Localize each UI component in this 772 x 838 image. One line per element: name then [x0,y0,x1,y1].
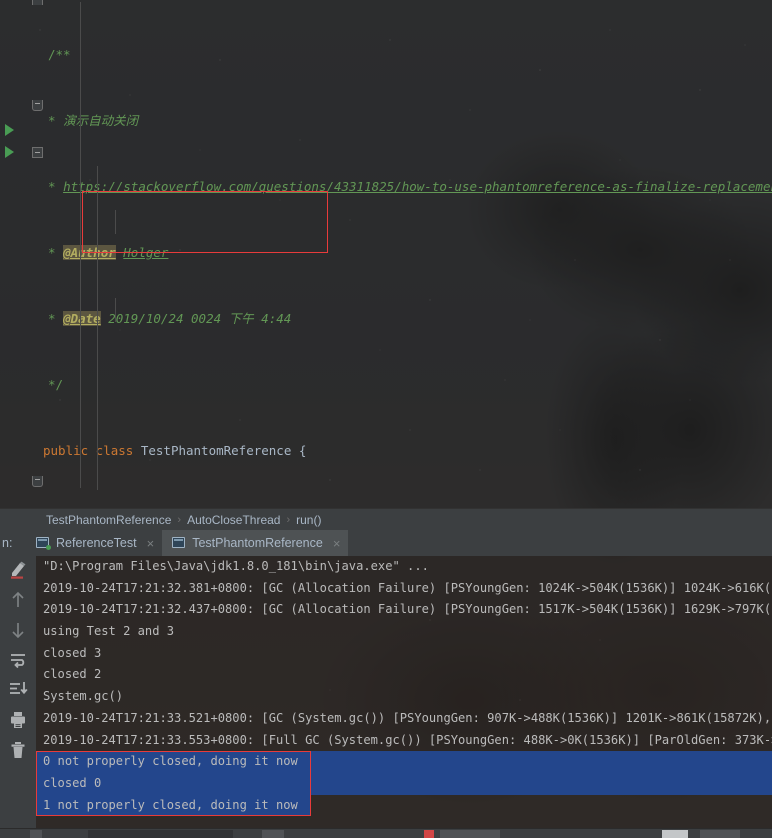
run-method-icon[interactable] [5,146,14,158]
console-line: closed 2 [43,667,102,682]
status-item[interactable] [440,830,500,838]
status-item[interactable] [30,830,42,838]
breadcrumb-item-method[interactable]: run() [296,513,321,527]
run-tab-label: ReferenceTest [56,536,137,550]
soft-wrap-icon[interactable] [7,650,29,670]
indent-guide [80,2,81,488]
javadoc-date-value: 2019/10/24 0024 下午 4:44 [108,311,292,326]
code-line: */ [48,377,64,392]
console-line: "D:\Program Files\Java\jdk1.8.0_181\bin\… [36,556,772,578]
status-item[interactable] [700,830,740,838]
code-line: * 演示自动关闭 [48,113,139,128]
status-bar [0,828,772,838]
status-item[interactable] [662,830,688,838]
arrow-down-icon[interactable] [7,620,29,640]
code-lines: /** * 演示自动关闭 * https://stackoverflow.com… [0,0,772,508]
fold-javadoc-end-icon[interactable] [32,100,43,111]
breadcrumb: TestPhantomReference › AutoCloseThread ›… [0,508,772,530]
console-line: 2019-10-24T17:21:32.437+0800: [GC (Alloc… [43,602,772,617]
javadoc-chinese-text: 演示自动关闭 [63,113,139,128]
status-item[interactable] [88,830,233,838]
run-tab-reference-test[interactable]: ReferenceTest × [26,530,162,556]
javadoc-url[interactable]: https://stackoverflow.com/questions/4331… [63,179,772,194]
run-tool-window: n: ReferenceTest × TestPhantomReference … [0,530,772,838]
status-item[interactable] [262,830,284,838]
console-selected-block[interactable]: 0 not properly closed, doing it now clos… [36,751,772,817]
breadcrumb-item-inner-class[interactable]: AutoCloseThread [187,513,280,527]
class-name-token: TestPhantomReference [140,443,292,458]
run-config-icon [172,537,186,549]
run-window-label: n: [2,536,13,550]
fold-method-end-icon[interactable] [32,476,43,487]
console-line-selected: closed 0 [43,775,102,790]
console-line: using Test 2 and 3 [43,624,175,639]
code-line: * @Author Holger [48,245,169,260]
run-class-icon[interactable] [5,124,14,136]
code-line: /** [48,47,71,62]
indent-guide [97,166,98,490]
code-line: * https://stackoverflow.com/questions/43… [0,176,772,198]
console-toolbar [0,556,36,838]
indent-guide [115,210,116,234]
indent-guide [115,298,116,322]
fold-javadoc-top-icon[interactable] [32,0,43,5]
breadcrumb-item-class[interactable]: TestPhantomReference [46,513,171,527]
javadoc-date-tag: @Date [63,311,101,326]
console-line: 2019-10-24T17:21:33.521+0800: [GC (Syste… [43,710,772,725]
run-config-icon [36,537,51,550]
console-output[interactable]: "D:\Program Files\Java\jdk1.8.0_181\bin\… [36,556,772,838]
chevron-right-icon: › [286,513,291,526]
run-tab-label: TestPhantomReference [192,536,323,550]
console-line: System.gc() [43,689,124,704]
console-command-line: "D:\Program Files\Java\jdk1.8.0_181\bin\… [43,559,429,573]
arrow-up-icon[interactable] [7,590,29,610]
trash-icon[interactable] [7,740,29,760]
close-icon[interactable]: × [147,536,155,551]
console-line-selected: 0 not properly closed, doing it now [43,754,298,769]
code-line: public class TestPhantomReference { [43,443,307,458]
console-line: 2019-10-24T17:21:32.381+0800: [GC (Alloc… [43,580,772,595]
run-tab-bar: n: ReferenceTest × TestPhantomReference … [0,530,772,556]
run-tab-test-phantom-reference[interactable]: TestPhantomReference × [162,530,349,556]
scroll-to-end-icon[interactable] [7,680,29,700]
code-editor[interactable]: /** * 演示自动关闭 * https://stackoverflow.com… [0,0,772,508]
javadoc-author-tag: @Author [63,245,116,260]
console-line: closed 3 [43,645,102,660]
print-icon[interactable] [7,710,29,730]
console-line-selected: 1 not properly closed, doing it now [43,797,298,812]
console-line: 2019-10-24T17:21:33.553+0800: [Full GC (… [43,732,772,747]
close-icon[interactable]: × [333,536,341,551]
fold-method-icon[interactable] [32,147,43,158]
status-item[interactable] [424,830,434,838]
highlighter-icon[interactable] [7,560,29,580]
javadoc-author-value: Holger [123,245,169,260]
chevron-right-icon: › [177,513,182,526]
